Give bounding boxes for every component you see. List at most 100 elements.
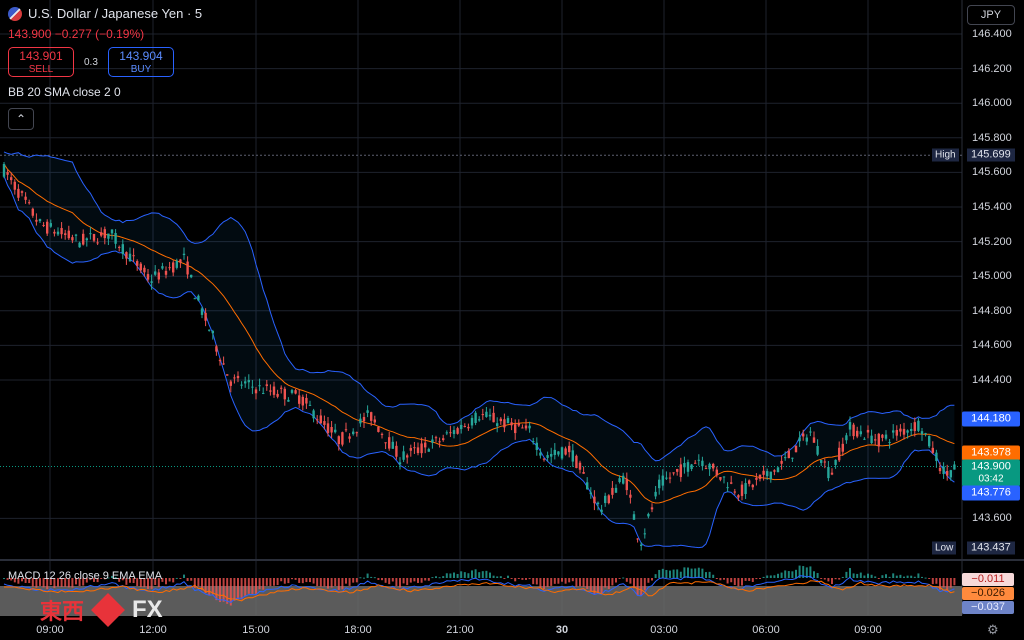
sell-button[interactable]: 143.901 SELL [8, 47, 74, 77]
candle-body [499, 418, 502, 422]
candle-body [910, 428, 913, 431]
time-tick: 30 [555, 624, 569, 636]
candle-body [463, 425, 466, 427]
candle-body [143, 267, 146, 273]
macd-hist-bar [553, 578, 556, 584]
macd-hist-bar [532, 578, 535, 585]
candle-body [467, 426, 470, 429]
collapse-chevron-up-icon[interactable]: ⌃ [8, 108, 34, 130]
candle-body [215, 346, 218, 352]
bb-indicator-label[interactable]: BB 20 SMA close 2 0 [8, 85, 121, 99]
candle-body [236, 375, 240, 379]
candle-body [402, 451, 405, 460]
candle-body [247, 380, 250, 383]
candle-body [175, 260, 178, 268]
macd-hist-bar [697, 567, 700, 578]
candle-body [456, 428, 459, 434]
macd-hist-bar [269, 578, 272, 587]
candle-body [10, 177, 13, 181]
macd-indicator-label[interactable]: MACD 12 26 close 9 EMA EMA [8, 570, 162, 582]
candle-body [290, 390, 294, 393]
candle-body [913, 422, 916, 432]
candle-body [125, 252, 128, 259]
candle-body [287, 399, 290, 402]
candle-body [186, 261, 189, 275]
macd-hist-bar [409, 578, 412, 583]
candle-body [380, 433, 384, 435]
price-tick: 145.200 [972, 235, 1012, 248]
macd-hist-bar [791, 571, 794, 578]
candle-body [506, 418, 510, 424]
candle-body [355, 432, 358, 434]
candle-body [949, 470, 952, 478]
macd-hist-bar [370, 576, 373, 578]
candle-body [424, 442, 427, 448]
candle-body [352, 431, 355, 435]
candle-body [193, 298, 196, 300]
macd-hist-bar [762, 576, 765, 578]
candle-body [204, 312, 207, 321]
candle-body [118, 246, 121, 248]
macd-value-tag: −0.011 [962, 573, 1014, 586]
macd-hist-bar [417, 578, 419, 583]
macd-hist-bar [226, 578, 229, 604]
candle-body [643, 533, 646, 535]
candle-body [611, 487, 614, 495]
candle-body [334, 429, 337, 433]
candle-body [139, 263, 142, 271]
candle-body [190, 274, 193, 278]
macd-hist-bar [820, 578, 823, 579]
buy-button[interactable]: 143.904 BUY [108, 47, 174, 77]
candle-body [362, 417, 366, 422]
candle-body [298, 395, 301, 404]
macd-hist-bar [348, 578, 351, 586]
macd-hist-bar [852, 573, 855, 578]
macd-hist-bar [766, 575, 769, 578]
macd-hist-bar [928, 578, 931, 579]
candle-body [110, 229, 114, 234]
macd-hist-bar [478, 572, 481, 578]
macd-hist-bar [298, 578, 301, 583]
candle-body [625, 478, 628, 491]
candle-body [848, 422, 852, 430]
settings-gear-icon[interactable]: ⚙ [987, 622, 999, 638]
macd-hist-bar [669, 570, 671, 578]
price-chart[interactable] [0, 0, 1024, 640]
candle-body [794, 445, 798, 453]
candle-body [100, 232, 103, 236]
candle-body [474, 412, 477, 423]
candle-body [719, 477, 722, 480]
macd-hist-bar [341, 578, 344, 590]
price-tick: 145.400 [972, 201, 1012, 213]
candle-body [13, 181, 16, 190]
macd-hist-bar [579, 578, 581, 587]
candle-body [712, 463, 715, 469]
macd-hist-bar [607, 578, 610, 590]
macd-hist-bar [737, 578, 740, 587]
macd-hist-bar [589, 578, 592, 592]
macd-hist-bar [525, 578, 527, 580]
macd-hist-bar [913, 576, 916, 578]
candle-body [53, 231, 56, 234]
candle-body [254, 389, 258, 394]
candle-body [920, 431, 924, 435]
candle-body [686, 462, 690, 472]
candle-body [762, 470, 765, 475]
macd-hist-bar [197, 578, 200, 587]
candle-body [733, 491, 736, 493]
macd-hist-bar [759, 578, 761, 579]
macd-hist-bar [906, 575, 909, 578]
macd-hist-bar [402, 578, 405, 584]
macd-hist-bar [600, 578, 603, 594]
macd-hist-bar [489, 572, 491, 578]
macd-hist-bar [276, 578, 279, 586]
currency-selector[interactable]: JPY [967, 5, 1015, 25]
macd-hist-bar [751, 578, 754, 582]
macd-hist-bar [539, 578, 542, 588]
macd-hist-bar [165, 578, 167, 585]
symbol-header[interactable]: U.S. Dollar / Japanese Yen · 5 [8, 6, 202, 21]
candle-body [866, 429, 870, 433]
candle-body [607, 495, 610, 504]
candle-body [49, 223, 52, 227]
macd-hist-bar [672, 569, 675, 578]
